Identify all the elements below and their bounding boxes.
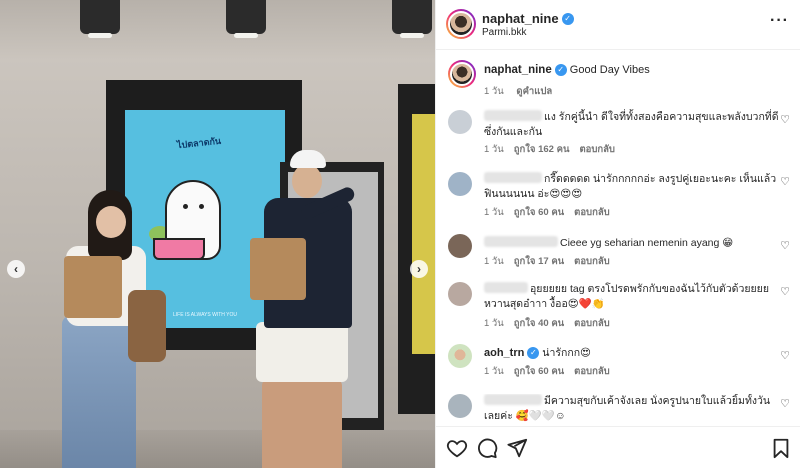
post-photo[interactable]: ไปตลาดกัน LIFE IS ALWAYS WITH YOU ‹ ›	[0, 0, 435, 468]
username[interactable]: naphat_nine	[482, 11, 559, 26]
person-left-face	[96, 206, 126, 238]
comment-text: aoh_trn ✓ น่ารักกก😍	[484, 347, 591, 360]
post-actions-bar	[436, 426, 800, 468]
poster-frame-right	[398, 84, 435, 414]
reply-link[interactable]: ตอบกลับ	[574, 318, 610, 329]
poster-basket	[153, 238, 205, 260]
person-right-legs	[262, 378, 342, 468]
comment-text: Cieee yg seharian nemenin ayang 😁	[484, 236, 780, 251]
comment-meta: 1 วัน ถูกใจ 60 คน ตอบกลับ	[484, 366, 610, 377]
caption-time: 1 วัน	[484, 86, 504, 97]
ceiling	[0, 0, 435, 60]
heart-icon[interactable]: ♡	[779, 114, 791, 126]
reply-link[interactable]: ตอบกลับ	[574, 256, 610, 267]
comment-text: แง รักคู่นี้นำ ดีใจที่ทั้งสองคือความสุขแ…	[484, 110, 779, 138]
ceiling-lamp	[226, 0, 266, 38]
blurred-username	[484, 172, 542, 183]
heart-icon[interactable]: ♡	[779, 240, 791, 252]
comment: กรี๊ดดดดด น่ารักกกกกอ่ะ ลงรูปคู่เยอะนะคะ…	[448, 172, 793, 222]
heart-icon[interactable]: ♡	[779, 176, 791, 188]
post-header: naphat_nine ✓ Parmi.bkk ···	[436, 0, 800, 50]
avatar[interactable]	[448, 60, 476, 88]
blurred-username	[484, 394, 542, 405]
reply-link[interactable]: ตอบกลับ	[579, 144, 615, 155]
likes-count[interactable]: ถูกใจ 17 คน	[514, 256, 564, 267]
caption: naphat_nine ✓ Good Day Vibes 1 วัน ดูคำแป…	[448, 60, 793, 100]
likes-count[interactable]: ถูกใจ 40 คน	[514, 318, 564, 329]
likes-count[interactable]: ถูกใจ 60 คน	[514, 207, 564, 218]
comment: แง รักคู่นี้นำ ดีใจที่ทั้งสองคือความสุขแ…	[448, 110, 793, 160]
avatar[interactable]	[448, 110, 472, 134]
likes-count[interactable]: ถูกใจ 60 คน	[514, 366, 564, 377]
avatar[interactable]	[446, 9, 476, 39]
comment-meta: 1 วัน ถูกใจ 60 คน ตอบกลับ	[484, 207, 610, 218]
translate-link[interactable]: ดูคำแปล	[516, 86, 552, 97]
comment-bubble-icon[interactable]	[476, 437, 498, 459]
verified-badge-icon: ✓	[554, 64, 567, 77]
heart-icon[interactable]: ♡	[779, 398, 791, 410]
header-user: naphat_nine ✓	[482, 10, 574, 28]
paper-plane-icon[interactable]	[506, 437, 528, 459]
more-options-icon[interactable]: ···	[770, 12, 789, 30]
caption-text: naphat_nine ✓ Good Day Vibes	[484, 63, 780, 78]
blurred-username	[484, 282, 528, 293]
comment-meta: 1 วัน ถูกใจ 40 คน ตอบกลับ	[484, 318, 610, 329]
person-right-shorts	[256, 322, 348, 382]
comment: aoh_trn ✓ น่ารักกก😍 1 วัน ถูกใจ 60 คน ตอบกล…	[448, 344, 793, 380]
comment: Cieee yg seharian nemenin ayang 😁 1 วันถ…	[448, 234, 793, 270]
shoulder-bag	[128, 290, 166, 362]
paper-bag	[250, 238, 306, 300]
avatar[interactable]	[448, 172, 472, 196]
person-left-jeans	[62, 316, 136, 468]
username[interactable]: naphat_nine	[484, 64, 552, 76]
heart-icon[interactable]: ♡	[779, 286, 791, 298]
ceiling-lamp	[392, 0, 432, 38]
poster-title: ไปตลาดกัน	[176, 135, 222, 151]
post-side-panel: naphat_nine ✓ Parmi.bkk ··· naphat_nine ✓ …	[435, 0, 800, 468]
comment-text: อุยยยยย tag ตรงโปรดพรักกับของฉันไว้กับตั…	[484, 282, 769, 310]
heart-icon[interactable]: ♡	[779, 350, 791, 362]
avatar[interactable]	[448, 344, 472, 368]
comment: อุยยยยย tag ตรงโปรดพรักกับของฉันไว้กับตั…	[448, 282, 793, 332]
comment-text: กรี๊ดดดดด น่ารักกกกกอ่ะ ลงรูปคู่เยอะนะคะ…	[484, 172, 777, 200]
location-link[interactable]: Parmi.bkk	[482, 27, 526, 38]
likes-count[interactable]: ถูกใจ 162 คน	[514, 144, 570, 155]
reply-link[interactable]: ตอบกลับ	[574, 366, 610, 377]
verified-badge-icon: ✓	[527, 347, 540, 360]
heart-icon[interactable]	[446, 437, 468, 459]
ceiling-lamp	[80, 0, 120, 38]
caption-body: Good Day Vibes	[569, 64, 650, 76]
comment-meta: 1 วัน ถูกใจ 17 คน ตอบกลับ	[484, 256, 610, 267]
avatar[interactable]	[448, 394, 472, 418]
verified-badge-icon: ✓	[561, 12, 574, 25]
avatar[interactable]	[448, 234, 472, 258]
person-right-face	[292, 164, 322, 198]
chevron-left-icon[interactable]: ‹	[7, 260, 25, 278]
paper-bag	[64, 256, 122, 318]
reply-link[interactable]: ตอบกลับ	[574, 207, 610, 218]
bookmark-icon[interactable]	[770, 437, 792, 459]
chevron-right-icon[interactable]: ›	[410, 260, 428, 278]
blurred-username	[484, 236, 558, 247]
person-right-cap	[290, 150, 326, 168]
blurred-username	[484, 110, 542, 121]
comment-text: มีความสุขกับเค้าจังเลย นั่งครูปนายใบแล้ว…	[484, 394, 771, 422]
avatar[interactable]	[448, 282, 472, 306]
comment-meta: 1 วัน ถูกใจ 162 คน ตอบกลับ	[484, 144, 615, 155]
comment: มีความสุขกับเค้าจังเลย นั่งครูปนายใบแล้ว…	[448, 394, 793, 426]
username[interactable]: aoh_trn	[484, 347, 524, 359]
caption-meta: 1 วัน ดูคำแปล	[484, 84, 562, 99]
